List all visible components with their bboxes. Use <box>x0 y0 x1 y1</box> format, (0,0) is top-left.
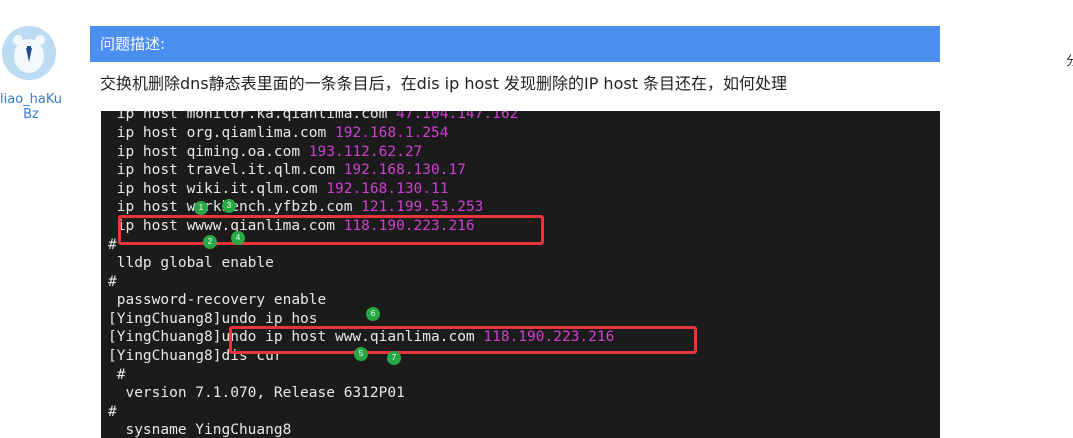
terminal-line: ip host monitor.ka.qianlima.com 47.104.1… <box>108 111 519 122</box>
terminal-line: # <box>108 237 117 253</box>
highlight-box <box>229 326 697 354</box>
step-badge: 2 <box>203 235 217 249</box>
terminal-line: version 7.1.070, Release 6312P01 <box>108 385 405 401</box>
step-badge: 3 <box>222 199 236 213</box>
step-badge: 4 <box>231 231 245 245</box>
terminal-line: ip host workbench.yfbzb.com 121.199.53.2… <box>116 199 484 215</box>
terminal-line: # <box>108 404 117 420</box>
terminal-line: # <box>108 367 126 383</box>
step-badge: 1 <box>194 201 208 215</box>
question-description: 交换机删除dns静态表里面的一条条目后，在dis ip host 发现删除的IP… <box>100 74 788 93</box>
highlight-box <box>118 215 544 245</box>
terminal-line: sysname YingChuang8 <box>108 422 292 438</box>
terminal-line: password-recovery enable <box>108 292 327 308</box>
edge-text: 分 <box>1066 54 1073 69</box>
step-badge: 6 <box>366 307 380 321</box>
terminal-screenshot: ip host monitor.ka.qianlima.com 47.104.1… <box>101 111 940 438</box>
avatar[interactable] <box>2 26 56 80</box>
step-badge: 7 <box>387 351 401 365</box>
terminal-line: ip host wiki.it.qlm.com 192.168.130.11 <box>108 181 449 197</box>
terminal-line: lldp global enable <box>108 255 274 271</box>
terminal-line: ip host qiming.oa.com 193.112.62.27 <box>108 144 423 160</box>
username[interactable]: liao_haKuBz <box>0 92 62 122</box>
avatar-bear-icon <box>2 26 56 80</box>
terminal-line: ip host org.qiamlima.com 192.168.1.254 <box>108 125 449 141</box>
terminal-line: ip host travel.it.qlm.com 192.168.130.17 <box>108 162 466 178</box>
terminal-line: # <box>108 274 117 290</box>
step-badge: 5 <box>354 347 368 361</box>
question-header: 问题描述: <box>90 26 940 62</box>
